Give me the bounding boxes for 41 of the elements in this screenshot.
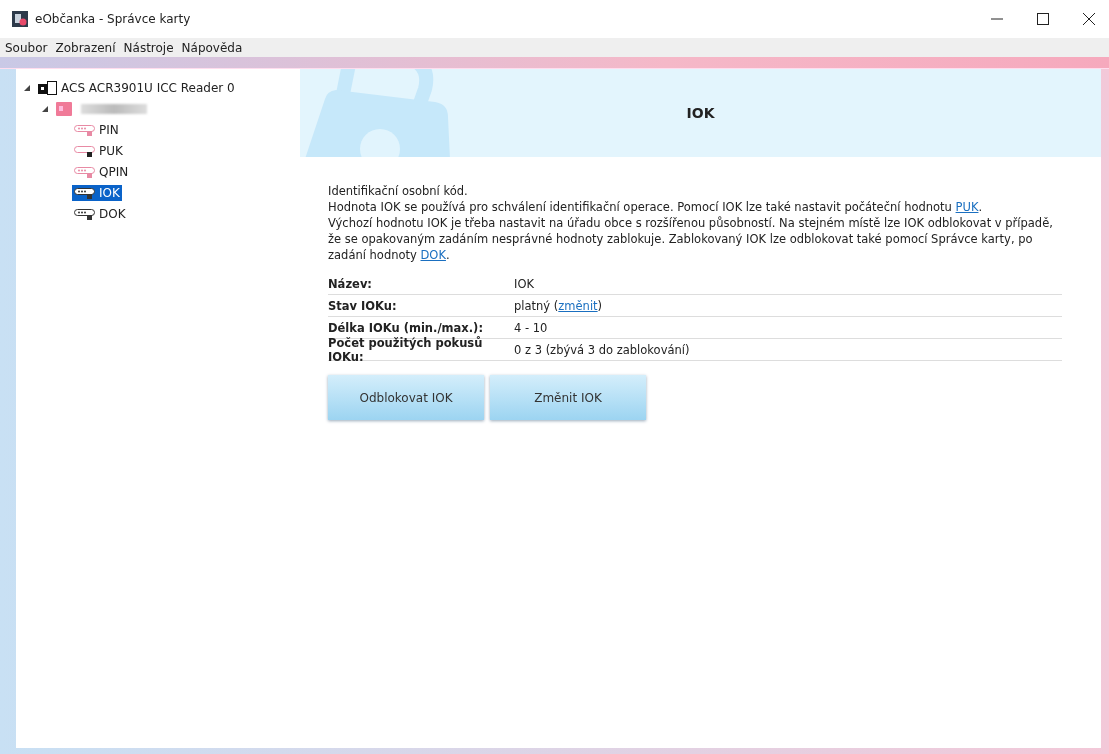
tree-item[interactable]: DOK (72, 205, 128, 222)
menu-item[interactable]: Nápověda (178, 40, 248, 55)
link[interactable]: DOK (420, 248, 446, 262)
property-label: Délka IOKu (min./max.): (328, 320, 484, 335)
property-label: Počet použitých pokusů IOKu: (328, 335, 484, 364)
action-button[interactable]: Odblokovat IOK (328, 375, 484, 420)
tree-item[interactable]: PUK (72, 142, 125, 159)
property-value: 0 z 3 (zbývá 3 do zablokování) (514, 342, 690, 357)
app-icon (12, 11, 28, 27)
reader-icon (38, 79, 58, 96)
tree-item[interactable]: QPIN (72, 163, 131, 180)
collapse-arrow-icon[interactable] (42, 105, 48, 112)
maximize-icon[interactable] (1037, 13, 1049, 25)
keypad-lock-icon (74, 206, 96, 221)
keypad-lock-icon (74, 164, 96, 179)
tree-item[interactable]: PIN (72, 121, 121, 138)
keypad-lock-icon (74, 122, 96, 137)
link[interactable]: změnit (558, 298, 598, 313)
tree-item[interactable]: ACS ACR3901U ICC Reader 0 (36, 78, 237, 97)
redacted-label (81, 103, 147, 114)
property-value: platný (změnit) (514, 298, 603, 313)
tree-item[interactable] (54, 100, 149, 117)
menu-item[interactable]: Soubor (2, 40, 53, 55)
description-text: Identifikační osobní kód. (328, 183, 469, 199)
description-text: Hodnota IOK se používá pro schválení identifikační operace. Pomocí IOK lze také nastavit počáteční hodnotu PUK. (328, 199, 984, 215)
property-value: IOK (514, 276, 534, 291)
description-text: Výchozí hodnotu IOK je třeba nastavit na úřadu obce s rozšířenou působností. Na stejném místě lze IOK odblokovat v případě, že se opakovaným zadáním nesprávné hodnoty zablokuje. Zablokovaný IOK lze odblokovat také pomocí Správce karty, po zadání hodnoty DOK. (328, 215, 1054, 263)
page-title: IOK (686, 105, 715, 121)
property-label: Stav IOKu: (328, 298, 398, 313)
tree-item[interactable]: IOK (72, 184, 122, 201)
window-title: eObčanka - Správce karty (35, 12, 191, 26)
close-icon[interactable] (1083, 13, 1095, 25)
lock-icon (74, 143, 96, 158)
menu-item[interactable]: Nástroje (120, 40, 179, 55)
property-value: 4 - 10 (514, 320, 548, 335)
keypad-lock-icon (74, 185, 96, 200)
card-icon (56, 101, 72, 116)
property-label: Název: (328, 276, 373, 291)
action-button[interactable]: Změnit IOK (490, 375, 646, 420)
menu-item[interactable]: Zobrazení (52, 40, 121, 55)
collapse-arrow-icon[interactable] (24, 84, 30, 91)
